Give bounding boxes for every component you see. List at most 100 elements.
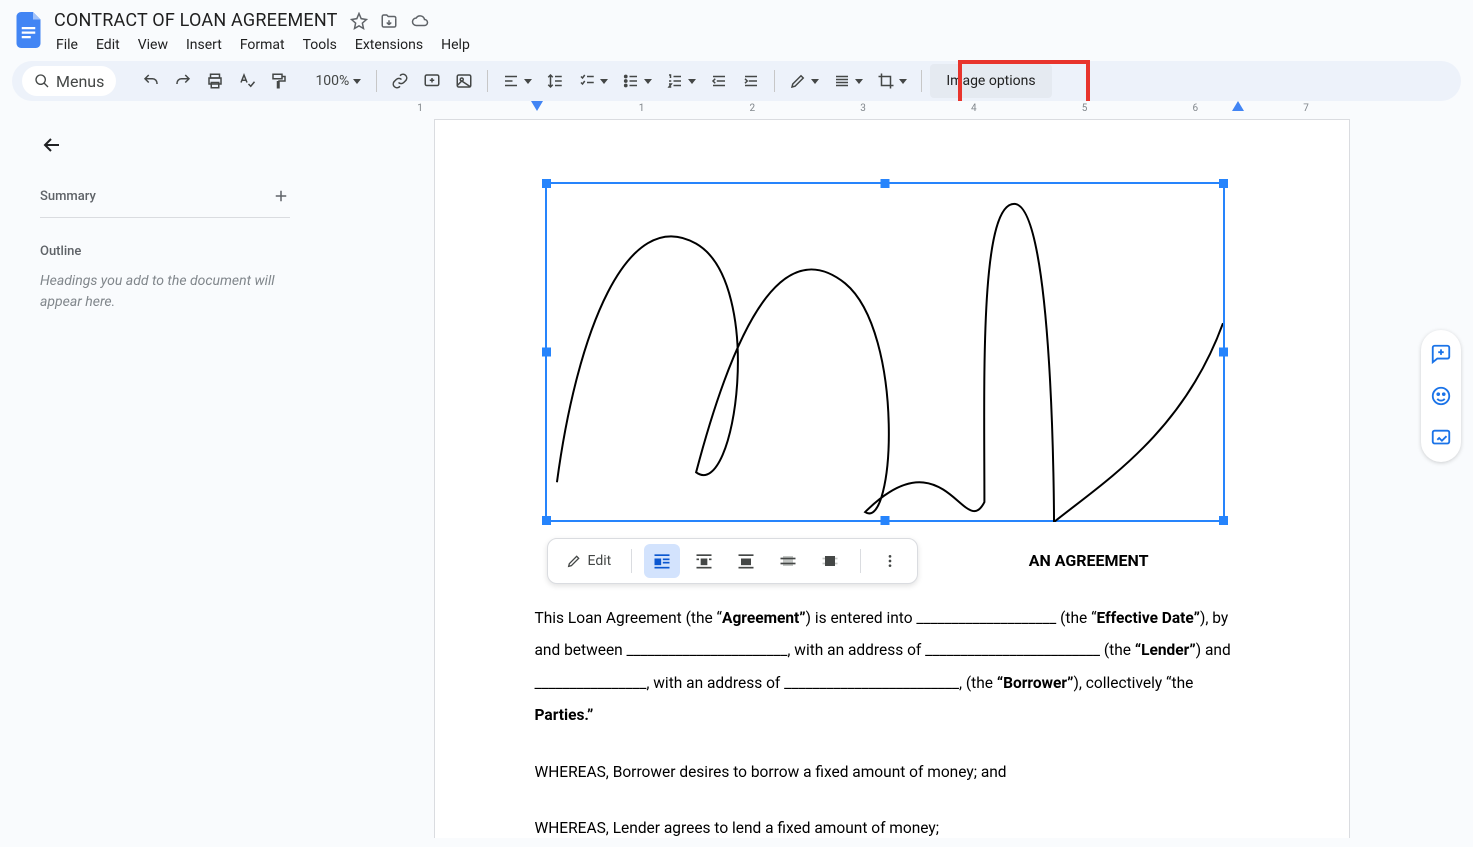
- border-icon: [833, 72, 851, 90]
- move-icon[interactable]: [380, 12, 398, 30]
- menu-insert[interactable]: Insert: [186, 37, 222, 53]
- chevron-down-icon: [600, 79, 608, 84]
- image-icon: [455, 72, 473, 90]
- resize-handle[interactable]: [1219, 348, 1228, 357]
- menu-file[interactable]: File: [56, 37, 78, 53]
- ruler-tick: 7: [1303, 103, 1309, 114]
- zoom-dropdown[interactable]: 100%: [308, 66, 368, 96]
- crop-icon: [877, 72, 895, 90]
- resize-handle[interactable]: [542, 516, 551, 525]
- chevron-down-icon: [811, 79, 819, 84]
- suggest-edits-button[interactable]: [1427, 424, 1455, 452]
- ruler-tick: 6: [1193, 103, 1199, 114]
- image-options-label: Image options: [946, 73, 1035, 89]
- document-title[interactable]: CONTRACT OF LOAN AGREEMENT: [54, 10, 338, 31]
- paragraph: This Loan Agreement (the “Agreement”) is…: [535, 602, 1249, 732]
- outline-label: Outline: [40, 238, 290, 265]
- signature-scribble: [547, 184, 1223, 522]
- line-spacing-icon: [546, 72, 564, 90]
- add-comment-rail-button[interactable]: [1427, 340, 1455, 368]
- cloud-status-icon[interactable]: [410, 12, 430, 30]
- menu-tools[interactable]: Tools: [303, 37, 337, 53]
- right-margin-marker[interactable]: [1232, 101, 1244, 111]
- menu-extensions[interactable]: Extensions: [355, 37, 423, 53]
- resize-handle[interactable]: [542, 348, 551, 357]
- chevron-down-icon: [524, 79, 532, 84]
- paint-icon: [270, 72, 288, 90]
- resize-handle[interactable]: [1219, 516, 1228, 525]
- comment-plus-icon: [1430, 343, 1452, 365]
- numbered-list-dropdown[interactable]: [660, 66, 702, 96]
- print-button[interactable]: [200, 66, 230, 96]
- docs-app-icon[interactable]: [12, 8, 48, 52]
- increase-indent-button[interactable]: [736, 66, 766, 96]
- insert-image-button[interactable]: [449, 66, 479, 96]
- marker-dropdown[interactable]: [783, 66, 825, 96]
- align-dropdown[interactable]: [496, 66, 538, 96]
- chevron-down-icon: [855, 79, 863, 84]
- resize-handle[interactable]: [880, 179, 889, 188]
- ruler-tick: 4: [971, 103, 977, 114]
- zoom-value: 100%: [315, 73, 349, 89]
- image-options-button[interactable]: Image options: [930, 64, 1051, 98]
- main-toolbar: Menus 100% Image options: [12, 61, 1461, 101]
- menus-search-button[interactable]: Menus: [22, 66, 116, 96]
- bulleted-list-dropdown[interactable]: [616, 66, 658, 96]
- resize-handle[interactable]: [542, 179, 551, 188]
- spellcheck-icon: [238, 72, 256, 90]
- sidebar-back-button[interactable]: [40, 133, 290, 157]
- outline-sidebar: Summary Outline Headings you add to the …: [20, 119, 310, 838]
- border-dropdown[interactable]: [827, 66, 869, 96]
- menu-view[interactable]: View: [138, 37, 168, 53]
- redo-icon: [174, 72, 192, 90]
- selected-image[interactable]: [545, 182, 1225, 522]
- emoji-icon: [1430, 385, 1452, 407]
- add-comment-icon: [423, 72, 441, 90]
- pencil-icon: [789, 72, 807, 90]
- numbered-icon: [666, 72, 684, 90]
- arrow-left-icon: [40, 133, 64, 157]
- redo-button[interactable]: [168, 66, 198, 96]
- tab-stop-marker[interactable]: [531, 101, 543, 111]
- chevron-down-icon: [899, 79, 907, 84]
- menu-edit[interactable]: Edit: [96, 37, 120, 53]
- ruler-tick: 1: [417, 103, 423, 114]
- resize-handle[interactable]: [880, 516, 889, 525]
- menu-help[interactable]: Help: [441, 37, 470, 53]
- insert-link-button[interactable]: [385, 66, 415, 96]
- suggest-icon: [1430, 427, 1452, 449]
- document-page[interactable]: Edit AN AGREEMENT This Loan Agreement (t…: [434, 119, 1350, 838]
- document-body[interactable]: AN AGREEMENT This Loan Agreement (the “A…: [535, 544, 1249, 838]
- spellcheck-button[interactable]: [232, 66, 262, 96]
- align-icon: [502, 72, 520, 90]
- crop-dropdown[interactable]: [871, 66, 913, 96]
- checklist-dropdown[interactable]: [572, 66, 614, 96]
- divider: [40, 217, 290, 218]
- separator: [487, 70, 488, 92]
- bullets-icon: [622, 72, 640, 90]
- horizontal-ruler[interactable]: 1 1 2 3 4 5 6 7: [420, 101, 1343, 119]
- add-summary-button[interactable]: [272, 187, 290, 205]
- paragraph: WHEREAS, Lender agrees to lend a fixed a…: [535, 812, 1249, 838]
- paragraph: WHEREAS, Borrower desires to borrow a fi…: [535, 756, 1249, 789]
- chevron-down-icon: [353, 79, 361, 84]
- add-comment-button[interactable]: [417, 66, 447, 96]
- decrease-indent-button[interactable]: [704, 66, 734, 96]
- star-icon[interactable]: [350, 12, 368, 30]
- summary-label: Summary: [40, 189, 96, 204]
- undo-button[interactable]: [136, 66, 166, 96]
- paint-format-button[interactable]: [264, 66, 294, 96]
- emoji-reaction-button[interactable]: [1427, 382, 1455, 410]
- link-icon: [391, 72, 409, 90]
- vertical-ruler[interactable]: [0, 119, 20, 838]
- chevron-down-icon: [644, 79, 652, 84]
- plus-icon: [272, 187, 290, 205]
- menus-search-label: Menus: [56, 72, 104, 91]
- resize-handle[interactable]: [1219, 179, 1228, 188]
- right-side-rail: [1421, 330, 1461, 462]
- menu-format[interactable]: Format: [240, 37, 285, 53]
- line-spacing-button[interactable]: [540, 66, 570, 96]
- indent-decrease-icon: [710, 72, 728, 90]
- ruler-tick: 1: [639, 103, 645, 114]
- chevron-down-icon: [688, 79, 696, 84]
